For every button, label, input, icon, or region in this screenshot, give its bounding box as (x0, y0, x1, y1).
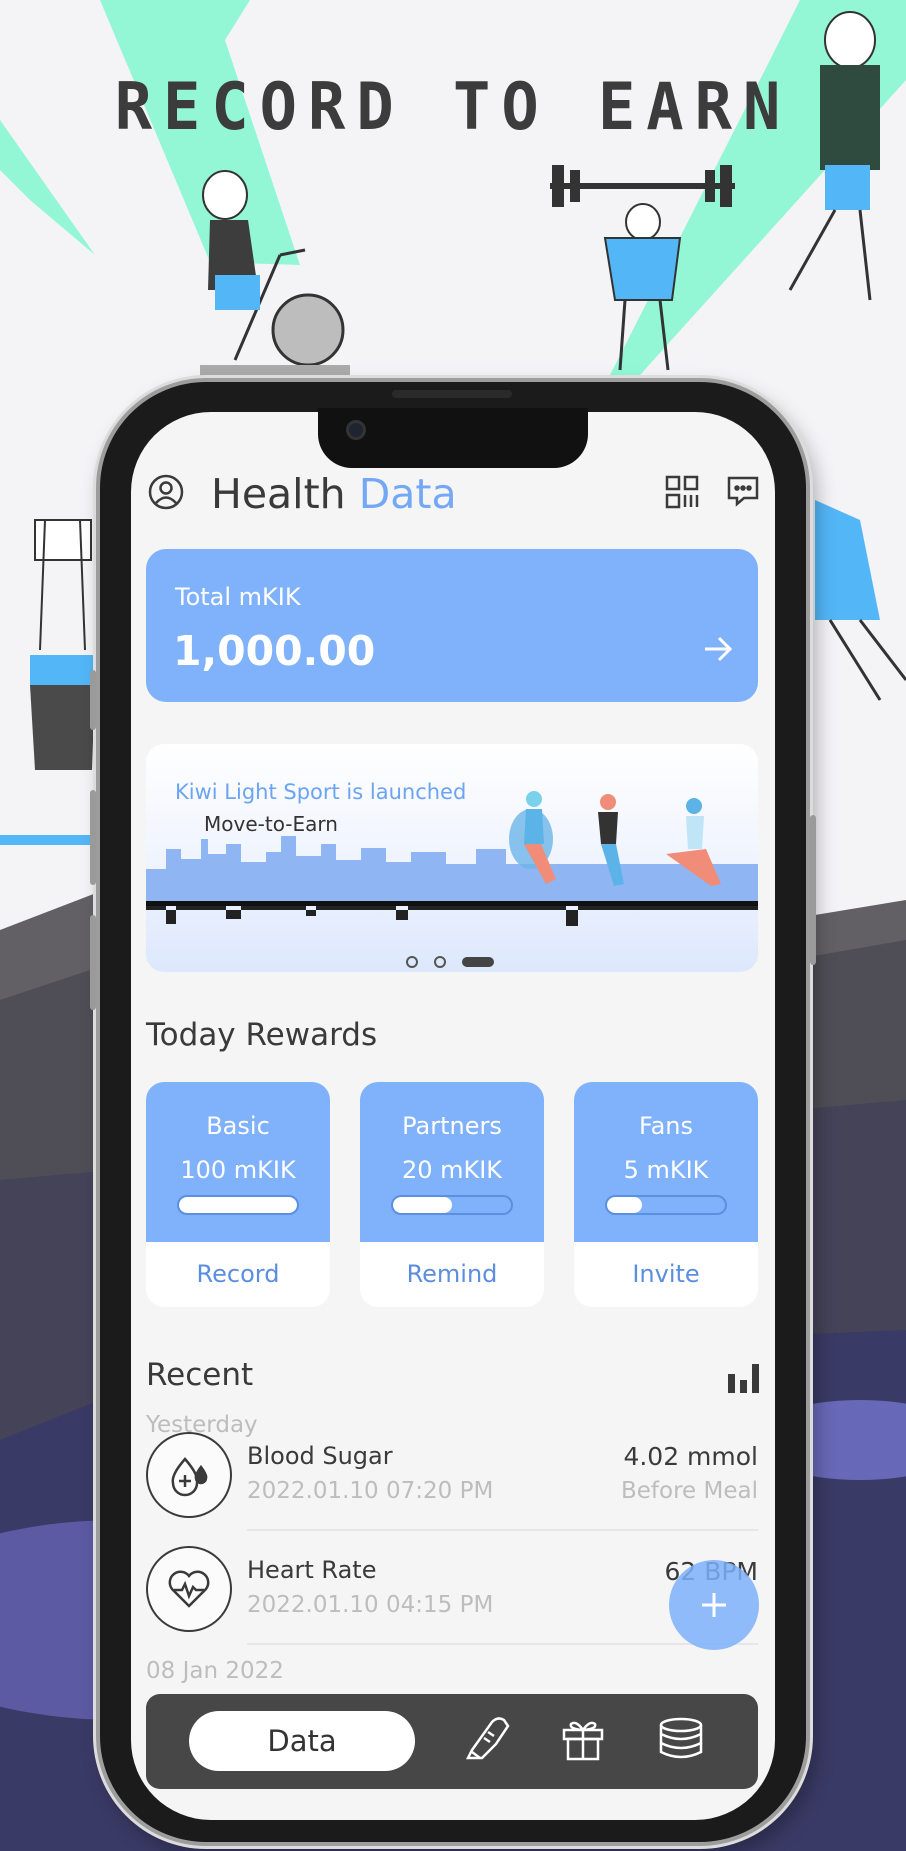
gift-icon[interactable] (560, 1716, 606, 1766)
divider (247, 1529, 758, 1531)
reward-progress-bar (605, 1195, 727, 1215)
promo-banner[interactable]: Kiwi Light Sport is launched Move-to-Ear… (146, 744, 758, 972)
reward-progress-fill (393, 1197, 452, 1213)
phone-side-button (90, 670, 96, 730)
record-time: 2022.01.10 07:20 PM (247, 1478, 494, 1504)
reward-progress-bar (177, 1195, 299, 1215)
record-value: 4.02 mmol (623, 1442, 758, 1471)
bottom-tab-bar: Data (146, 1694, 758, 1789)
phone-volume-up (90, 790, 96, 885)
banner-headline: Kiwi Light Sport is launched (175, 780, 467, 804)
reward-amount: 20 mKIK (401, 1156, 503, 1184)
sneaker-icon[interactable] (462, 1714, 514, 1768)
reward-name: Partners (402, 1112, 502, 1140)
page-title-accent: Data (358, 470, 457, 518)
balance-card[interactable]: Total mKIK 1,000.00 (146, 549, 758, 702)
carousel-dot-active[interactable] (462, 957, 494, 967)
carousel-dot[interactable] (406, 956, 418, 968)
phone-camera (346, 420, 366, 440)
profile-icon[interactable] (146, 472, 186, 512)
arrow-right-icon[interactable] (702, 633, 734, 669)
reward-name: Basic (206, 1112, 270, 1140)
day-label-date: 08 Jan 2022 (146, 1658, 284, 1684)
phone-speaker (392, 390, 512, 398)
carousel-indicator[interactable] (406, 956, 494, 968)
reward-name: Fans (638, 1112, 694, 1140)
record-name: Blood Sugar (247, 1442, 393, 1470)
recent-title: Recent (146, 1357, 254, 1393)
promo-headline: RECORD TO EARN (114, 68, 792, 145)
reward-progress-fill (607, 1197, 643, 1213)
heart-pulse-icon (146, 1546, 232, 1632)
reward-card-partners: Partners 20 mKIK Remind (360, 1082, 544, 1307)
rewards-title: Today Rewards (146, 1017, 378, 1053)
record-button[interactable]: Record (146, 1242, 330, 1307)
record-time: 2022.01.10 04:15 PM (247, 1592, 494, 1618)
record-note: Before Meal (621, 1478, 758, 1504)
app-screen: Health Data Total mKIK 1,000.00 Kiwi Lig… (131, 412, 775, 1820)
reward-card-fans: Fans 5 mKIK Invite (574, 1082, 758, 1307)
tab-data[interactable]: Data (189, 1711, 415, 1771)
blood-drop-plus-icon (146, 1432, 232, 1518)
phone-volume-down (90, 915, 96, 1010)
carousel-dot[interactable] (434, 956, 446, 968)
qr-code-icon[interactable] (664, 474, 700, 510)
phone-power-button (810, 815, 816, 965)
reward-amount: 5 mKIK (623, 1156, 709, 1184)
add-record-button[interactable] (669, 1560, 759, 1650)
chat-bubble-icon[interactable] (725, 472, 761, 510)
plus-icon (702, 1593, 726, 1617)
balance-label: Total mKIK (175, 583, 301, 611)
banner-subline: Move-to-Earn (204, 812, 338, 836)
balance-value: 1,000.00 (173, 627, 376, 675)
reward-progress-bar (391, 1195, 513, 1215)
reward-card-basic: Basic 100 mKIK Record (146, 1082, 330, 1307)
remind-button[interactable]: Remind (360, 1242, 544, 1307)
page-title-main: Health (211, 470, 346, 518)
reward-progress-fill (179, 1197, 297, 1213)
coin-stack-icon[interactable] (656, 1716, 706, 1768)
bar-chart-icon[interactable] (726, 1362, 760, 1398)
record-name: Heart Rate (247, 1556, 377, 1584)
reward-amount: 100 mKIK (180, 1156, 296, 1184)
divider (247, 1643, 758, 1645)
banner-illustration (146, 791, 758, 926)
page-title: Health Data (211, 470, 457, 518)
invite-button[interactable]: Invite (574, 1242, 758, 1307)
